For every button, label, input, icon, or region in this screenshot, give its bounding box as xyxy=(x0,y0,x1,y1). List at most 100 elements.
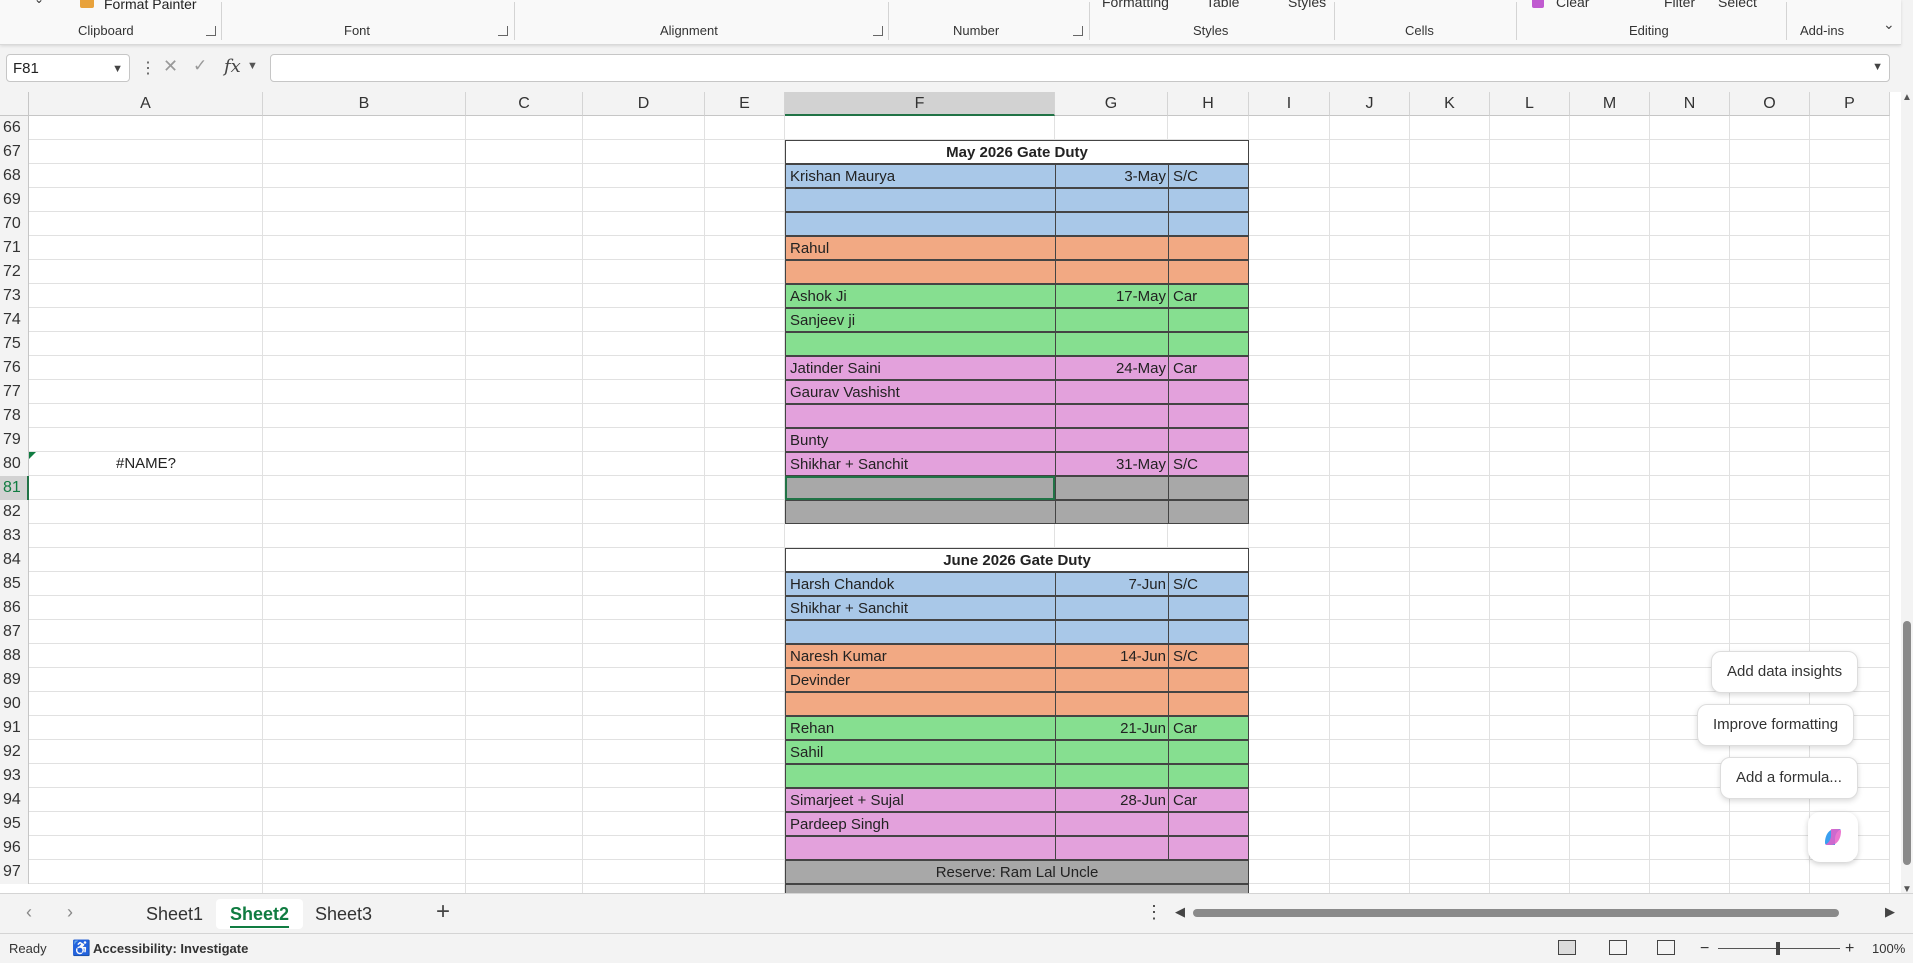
cell-name[interactable]: Gaurav Vashisht xyxy=(785,380,1055,404)
june-table-title[interactable]: June 2026 Gate Duty xyxy=(785,548,1249,572)
cell-name[interactable] xyxy=(785,260,1055,284)
clipboard-launcher-icon[interactable] xyxy=(206,26,216,36)
cell-name[interactable] xyxy=(785,764,1055,788)
font-launcher-icon[interactable] xyxy=(498,26,508,36)
row-header-75[interactable]: 75 xyxy=(0,332,29,356)
row-header-72[interactable]: 72 xyxy=(0,260,29,284)
select-all-corner[interactable] xyxy=(0,92,29,116)
row-header-84[interactable]: 84 xyxy=(0,548,29,572)
chevron-down-icon[interactable]: ▼ xyxy=(112,55,123,83)
row-header-69[interactable]: 69 xyxy=(0,188,29,212)
column-header-m[interactable]: M xyxy=(1570,92,1650,116)
row-header-79[interactable]: 79 xyxy=(0,428,29,452)
cell-date[interactable] xyxy=(1055,620,1168,644)
cell-name[interactable]: Rahul xyxy=(785,236,1055,260)
row-header-86[interactable]: 86 xyxy=(0,596,29,620)
cell-name[interactable]: Shikhar + Sanchit xyxy=(785,596,1055,620)
cell-name[interactable] xyxy=(785,332,1055,356)
cell-type[interactable] xyxy=(1168,740,1249,764)
cell-date[interactable] xyxy=(1055,596,1168,620)
accessibility-status[interactable]: Accessibility: Investigate xyxy=(93,934,248,963)
more-options-icon[interactable]: ⋮ xyxy=(140,58,156,78)
cell-type[interactable] xyxy=(1168,260,1249,284)
column-header-f[interactable]: F xyxy=(785,92,1055,116)
row-header-97[interactable]: 97 xyxy=(0,860,29,884)
cell-name[interactable]: Rehan xyxy=(785,716,1055,740)
row-header-95[interactable]: 95 xyxy=(0,812,29,836)
row-header-93[interactable]: 93 xyxy=(0,764,29,788)
column-header-b[interactable]: B xyxy=(263,92,466,116)
cell-styles-button[interactable]: Styles xyxy=(1288,0,1326,10)
cell-date[interactable]: 14-Jun xyxy=(1055,644,1168,668)
cell-date[interactable]: 31-May xyxy=(1055,452,1168,476)
page-layout-view-icon[interactable] xyxy=(1609,940,1627,955)
cell-type[interactable] xyxy=(1168,668,1249,692)
cell-type[interactable] xyxy=(1168,308,1249,332)
chevron-down-icon[interactable]: ⌄ xyxy=(34,0,44,6)
row-header-81[interactable]: 81 xyxy=(0,476,29,500)
scroll-right-arrow-icon[interactable]: ▶ xyxy=(1885,904,1895,920)
sheet-tab-sheet3[interactable]: Sheet3 xyxy=(301,899,386,929)
cancel-icon[interactable]: ✕ xyxy=(163,56,178,77)
find-select-button[interactable]: Select xyxy=(1718,0,1757,10)
row-header-74[interactable]: 74 xyxy=(0,308,29,332)
accessibility-icon[interactable]: ♿ xyxy=(72,934,91,963)
cell-date[interactable] xyxy=(1055,764,1168,788)
format-as-table-button[interactable]: Table xyxy=(1206,0,1239,10)
cell-date[interactable] xyxy=(1055,188,1168,212)
number-launcher-icon[interactable] xyxy=(1073,26,1083,36)
copilot-button[interactable] xyxy=(1808,812,1858,862)
add-formula-button[interactable]: Add a formula... xyxy=(1720,757,1858,799)
cell-name[interactable]: Krishan Maurya xyxy=(785,164,1055,188)
zoom-slider-knob[interactable] xyxy=(1776,942,1780,955)
scroll-left-arrow-icon[interactable]: ◀ xyxy=(1175,904,1185,920)
cell-date[interactable] xyxy=(1055,692,1168,716)
cell-type[interactable]: Car xyxy=(1168,356,1249,380)
sheet-options-icon[interactable]: ⋮ xyxy=(1145,902,1163,923)
cell-type[interactable]: Car xyxy=(1168,716,1249,740)
spreadsheet-grid[interactable]: A B C D E F G H I J K L M N O P 66 67 68 69 70 71 72 73 74 75 76 77… xyxy=(0,92,1901,893)
row-header-91[interactable]: 91 xyxy=(0,716,29,740)
row-header-77[interactable]: 77 xyxy=(0,380,29,404)
cell-name[interactable]: Harsh Chandok xyxy=(785,572,1055,596)
row-header-94[interactable]: 94 xyxy=(0,788,29,812)
sheet-tab-sheet2[interactable]: Sheet2 xyxy=(216,899,304,929)
column-header-e[interactable]: E xyxy=(705,92,785,116)
alignment-launcher-icon[interactable] xyxy=(873,26,883,36)
collapse-ribbon-chevron-icon[interactable]: ⌄ xyxy=(1883,16,1895,33)
column-header-c[interactable]: C xyxy=(466,92,583,116)
row-header-96[interactable]: 96 xyxy=(0,836,29,860)
cell-type[interactable] xyxy=(1168,428,1249,452)
cell-date[interactable]: 3-May xyxy=(1055,164,1168,188)
clear-button[interactable]: Clear xyxy=(1556,0,1589,10)
row-header-71[interactable]: 71 xyxy=(0,236,29,260)
cell-date[interactable] xyxy=(1055,428,1168,452)
cell-name[interactable]: Bunty xyxy=(785,428,1055,452)
row-header-76[interactable]: 76 xyxy=(0,356,29,380)
reserve-cell[interactable]: Reserve: Ram Lal Uncle xyxy=(785,860,1249,884)
cell-name[interactable]: Jatinder Saini xyxy=(785,356,1055,380)
cell-name[interactable]: Naresh Kumar xyxy=(785,644,1055,668)
horizontal-scroll-thumb[interactable] xyxy=(1193,909,1839,917)
row-header-67[interactable]: 67 xyxy=(0,140,29,164)
cell-name[interactable]: Pardeep Singh xyxy=(785,812,1055,836)
cell-date[interactable]: 7-Jun xyxy=(1055,572,1168,596)
cell-name[interactable]: Shikhar + Sanchit xyxy=(785,452,1055,476)
cell-type[interactable] xyxy=(1168,620,1249,644)
add-data-insights-button[interactable]: Add data insights xyxy=(1711,651,1859,693)
column-header-l[interactable]: L xyxy=(1490,92,1570,116)
row-header-70[interactable]: 70 xyxy=(0,212,29,236)
column-header-p[interactable]: P xyxy=(1810,92,1890,116)
column-header-j[interactable]: J xyxy=(1330,92,1410,116)
cell-type[interactable] xyxy=(1168,500,1249,524)
cell-date[interactable]: 21-Jun xyxy=(1055,716,1168,740)
cell-date[interactable] xyxy=(1055,332,1168,356)
row-header-80[interactable]: 80 xyxy=(0,452,29,476)
cell-name[interactable] xyxy=(785,476,1055,500)
add-sheet-icon[interactable]: + xyxy=(436,898,450,926)
row-header-87[interactable]: 87 xyxy=(0,620,29,644)
zoom-out-icon[interactable]: − xyxy=(1700,934,1709,963)
column-header-n[interactable]: N xyxy=(1650,92,1730,116)
name-box[interactable]: F81 ▼ xyxy=(6,54,130,82)
column-header-o[interactable]: O xyxy=(1730,92,1810,116)
